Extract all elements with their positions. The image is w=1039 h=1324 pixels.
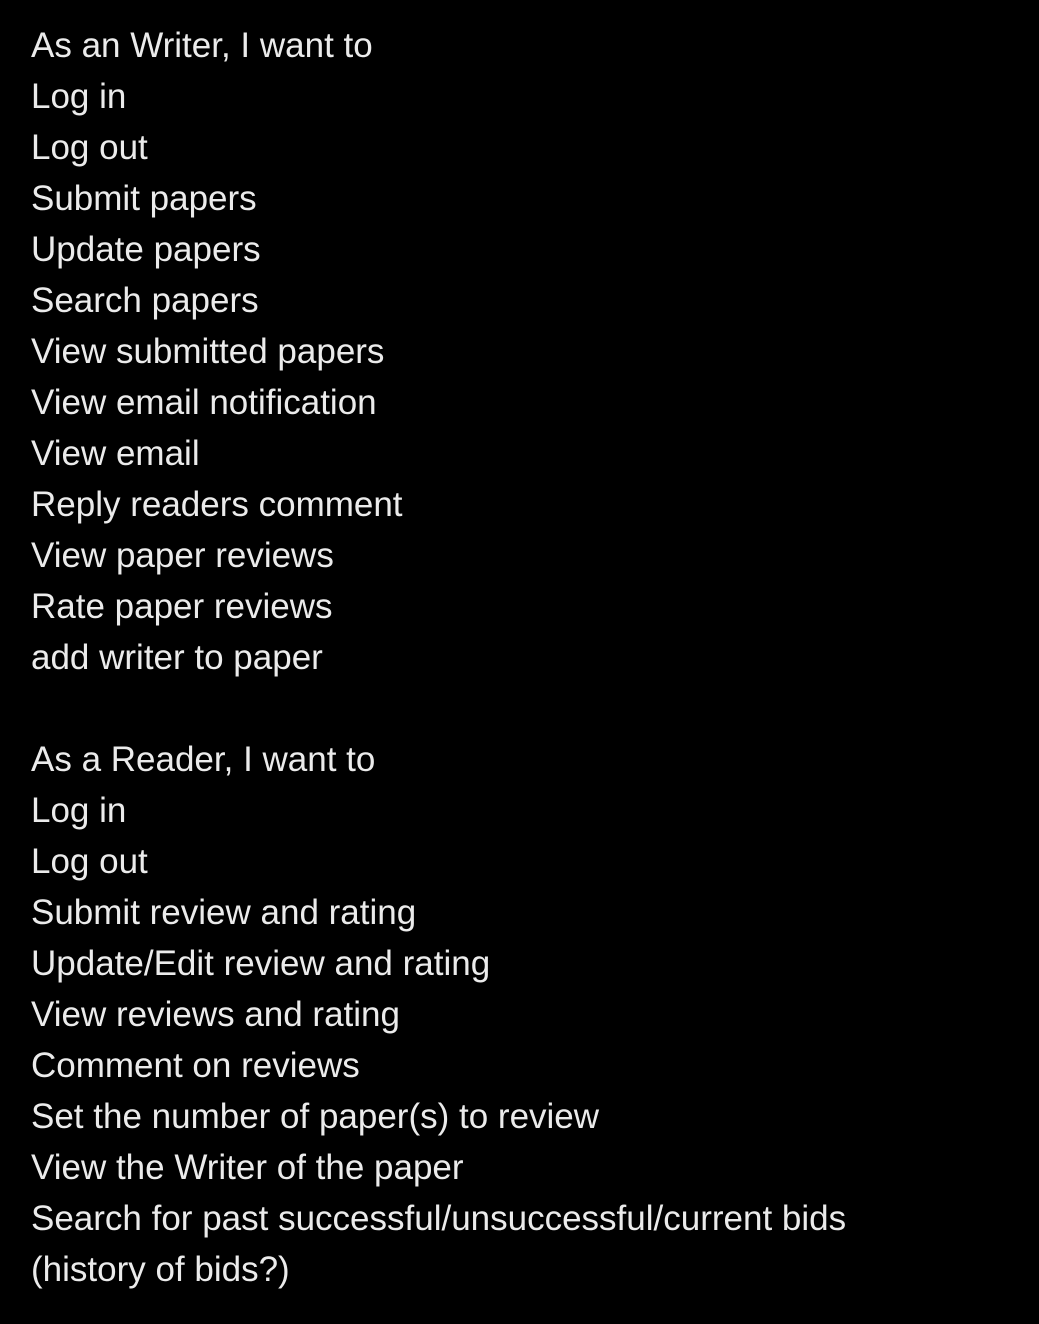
writer-story-item: Log out [31, 128, 148, 167]
reader-section: As a Reader, I want to Log in Log out Su… [31, 734, 846, 1295]
document-body: As an Writer, I want to Log in Log out S… [31, 20, 846, 1295]
reader-story-item: Log in [31, 791, 127, 830]
writer-section-heading: As an Writer, I want to [31, 26, 373, 65]
writer-story-item: Submit papers [31, 179, 257, 218]
reader-story-item: Log out [31, 842, 148, 881]
writer-story-item: Log in [31, 77, 127, 116]
writer-section: As an Writer, I want to Log in Log out S… [31, 20, 846, 683]
writer-story-item: View paper reviews [31, 536, 334, 575]
writer-story-item: Search papers [31, 281, 259, 320]
reader-story-item: Comment on reviews [31, 1046, 360, 1085]
reader-story-item: View the Writer of the paper [31, 1148, 464, 1187]
writer-story-item: View email notification [31, 383, 377, 422]
writer-story-item: View email [31, 434, 200, 473]
reader-story-item: Search for past successful/unsuccessful/… [31, 1199, 847, 1238]
reader-story-item: (history of bids?) [31, 1250, 290, 1289]
writer-story-item: View submitted papers [31, 332, 385, 371]
writer-story-item: Rate paper reviews [31, 587, 333, 626]
reader-section-heading: As a Reader, I want to [31, 740, 376, 779]
writer-story-item: Reply readers comment [31, 485, 403, 524]
reader-story-item: View reviews and rating [31, 995, 400, 1034]
reader-story-item: Set the number of paper(s) to review [31, 1097, 600, 1136]
reader-story-item: Submit review and rating [31, 893, 417, 932]
writer-story-item: add writer to paper [31, 638, 323, 677]
writer-story-item: Update papers [31, 230, 261, 269]
reader-story-item: Update/Edit review and rating [31, 944, 491, 983]
